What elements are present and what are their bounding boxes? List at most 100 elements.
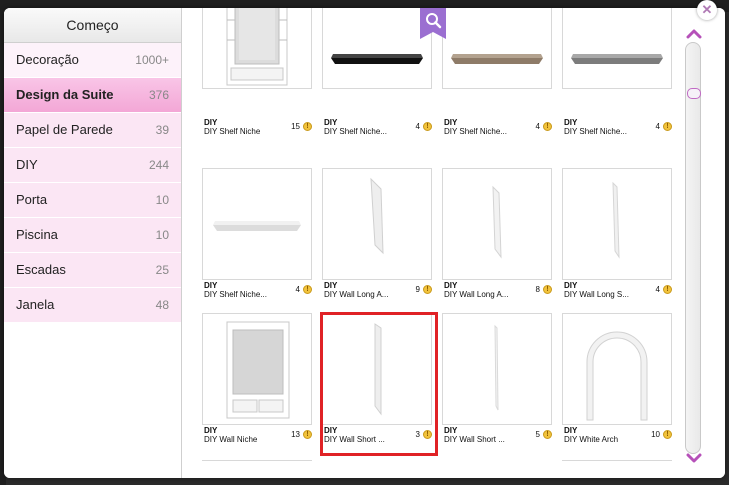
coin-icon: ! xyxy=(423,285,432,294)
item-card[interactable]: DIY DIY Shelf Niche... 4 ! xyxy=(562,8,672,136)
item-thumbnail xyxy=(202,313,312,425)
item-card[interactable]: DIY DIY White Arch 10 ! xyxy=(562,313,672,449)
shelf-brown-icon xyxy=(451,54,543,64)
item-brand: DIY xyxy=(204,281,218,290)
item-brand: DIY xyxy=(324,426,338,435)
item-meta: DIY DIY Shelf Niche... 4 ! xyxy=(564,118,672,140)
sidebar-item-label: Decoração xyxy=(16,52,79,67)
item-meta: DIY DIY Wall Long A... 9 ! xyxy=(324,281,432,303)
item-card[interactable]: DIY DIY Wall Long S... 4 ! xyxy=(562,168,672,304)
item-meta: DIY DIY White Arch 10 ! xyxy=(564,426,672,448)
scroll-up-chevron-icon[interactable] xyxy=(686,28,702,40)
catalog-panel: Começo Decoração 1000+ Design da Suite 3… xyxy=(4,8,725,478)
sidebar-item-label: Piscina xyxy=(16,227,58,242)
item-meta: DIY DIY Wall Short ... 3 ! xyxy=(324,426,432,448)
sidebar-item-count: 48 xyxy=(155,298,169,312)
item-count: 8 xyxy=(535,285,540,294)
item-card[interactable]: DIY DIY Shelf Niche... 4 ! xyxy=(322,8,432,136)
sidebar-header[interactable]: Começo xyxy=(4,8,181,43)
item-count: 10 xyxy=(651,430,660,439)
item-card[interactable]: DIY DIY Shelf Niche... 4 ! xyxy=(442,8,552,136)
item-thumbnail xyxy=(322,8,432,89)
coin-icon: ! xyxy=(303,285,312,294)
sidebar-item-decoracao[interactable]: Decoração 1000+ xyxy=(4,43,181,78)
item-name: DIY Wall Long A... xyxy=(444,290,509,299)
item-name: DIY Wall Short ... xyxy=(324,435,385,444)
item-card[interactable]: DIY DIY Wall Long A... 8 ! xyxy=(442,168,552,304)
item-meta: DIY DIY Shelf Niche... 4 ! xyxy=(204,281,312,303)
item-card[interactable]: DIY DIY Wall Long A... 9 ! xyxy=(322,168,432,304)
item-count: 13 xyxy=(291,430,300,439)
item-meta: DIY DIY Wall Long A... 8 ! xyxy=(444,281,552,303)
item-card[interactable]: DIY DIY Wall Niche 13 ! xyxy=(202,313,312,449)
sidebar-item-piscina[interactable]: Piscina 10 xyxy=(4,218,181,253)
scrollbar-track[interactable] xyxy=(685,42,701,454)
coin-icon: ! xyxy=(303,122,312,131)
sidebar-item-design-da-suite[interactable]: Design da Suite 376 xyxy=(4,78,188,113)
coin-icon: ! xyxy=(663,430,672,439)
item-brand: DIY xyxy=(564,118,578,127)
item-thumbnail xyxy=(322,168,432,280)
sidebar-item-label: Porta xyxy=(16,192,48,207)
sidebar-item-label: DIY xyxy=(16,157,38,172)
item-meta: DIY DIY Shelf Niche... 4 ! xyxy=(444,118,552,140)
item-card[interactable]: DIY DIY Shelf Niche 15 ! xyxy=(202,8,312,136)
sidebar-item-escadas[interactable]: Escadas 25 xyxy=(4,253,181,288)
item-name: DIY Shelf Niche... xyxy=(444,127,507,136)
item-name: DIY Shelf Niche xyxy=(204,127,261,136)
item-meta: DIY DIY Wall Short ... 5 ! xyxy=(444,426,552,448)
sidebar-item-count: 10 xyxy=(155,193,169,207)
item-thumbnail xyxy=(442,8,552,89)
item-card[interactable]: DIY DIY Shelf Niche... 4 ! xyxy=(202,168,312,304)
item-name: DIY Shelf Niche... xyxy=(564,127,627,136)
sidebar-item-janela[interactable]: Janela 48 xyxy=(4,288,181,323)
item-grid: DIY DIY Shelf Niche 15 ! DIY DIY Shelf N… xyxy=(182,8,725,478)
sidebar-item-count: 244 xyxy=(148,158,169,172)
item-count: 4 xyxy=(295,285,300,294)
sidebar-item-papel-de-parede[interactable]: Papel de Parede 39 xyxy=(4,113,181,148)
item-count: 4 xyxy=(535,122,540,131)
scrollbar-thumb[interactable] xyxy=(687,88,701,99)
item-thumbnail xyxy=(562,313,672,425)
item-thumbnail xyxy=(202,8,312,89)
item-count: 4 xyxy=(655,122,660,131)
close-icon[interactable]: ✕ xyxy=(697,0,717,20)
item-thumbnail xyxy=(322,313,432,425)
shelf-niche-icon xyxy=(226,8,288,86)
item-card[interactable]: DIY DIY Wall Short ... 3 ! xyxy=(322,313,432,449)
shelf-black-icon xyxy=(331,54,423,64)
search-icon[interactable] xyxy=(420,8,446,39)
coin-icon: ! xyxy=(543,285,552,294)
sidebar-item-count: 376 xyxy=(148,88,169,102)
white-arch-icon xyxy=(586,331,648,421)
item-brand: DIY xyxy=(444,281,458,290)
coin-icon: ! xyxy=(543,430,552,439)
coin-icon: ! xyxy=(423,122,432,131)
coin-icon: ! xyxy=(663,122,672,131)
item-meta: DIY DIY Wall Niche 13 ! xyxy=(204,426,312,448)
item-card-partial xyxy=(562,460,672,478)
sidebar-item-label: Escadas xyxy=(16,262,66,277)
item-brand: DIY xyxy=(324,281,338,290)
item-brand: DIY xyxy=(564,426,578,435)
sidebar-item-label: Papel de Parede xyxy=(16,122,113,137)
sidebar-item-porta[interactable]: Porta 10 xyxy=(4,183,181,218)
wall-niche-icon xyxy=(226,321,290,419)
item-brand: DIY xyxy=(324,118,338,127)
item-card[interactable]: DIY DIY Wall Short ... 5 ! xyxy=(442,313,552,449)
item-name: DIY Shelf Niche... xyxy=(324,127,387,136)
wall-short-icon xyxy=(374,323,382,416)
item-brand: DIY xyxy=(204,118,218,127)
item-meta: DIY DIY Shelf Niche 15 ! xyxy=(204,118,312,140)
sidebar-item-diy[interactable]: DIY 244 xyxy=(4,148,181,183)
item-name: DIY Wall Short ... xyxy=(444,435,505,444)
coin-icon: ! xyxy=(303,430,312,439)
item-thumbnail xyxy=(442,313,552,425)
item-count: 4 xyxy=(415,122,420,131)
sidebar-item-count: 1000+ xyxy=(135,53,169,67)
item-name: DIY White Arch xyxy=(564,435,619,444)
item-thumbnail xyxy=(562,8,672,89)
scroll-down-chevron-icon[interactable] xyxy=(686,452,702,464)
item-thumbnail xyxy=(442,168,552,280)
sidebar-item-label: Design da Suite xyxy=(16,87,114,102)
